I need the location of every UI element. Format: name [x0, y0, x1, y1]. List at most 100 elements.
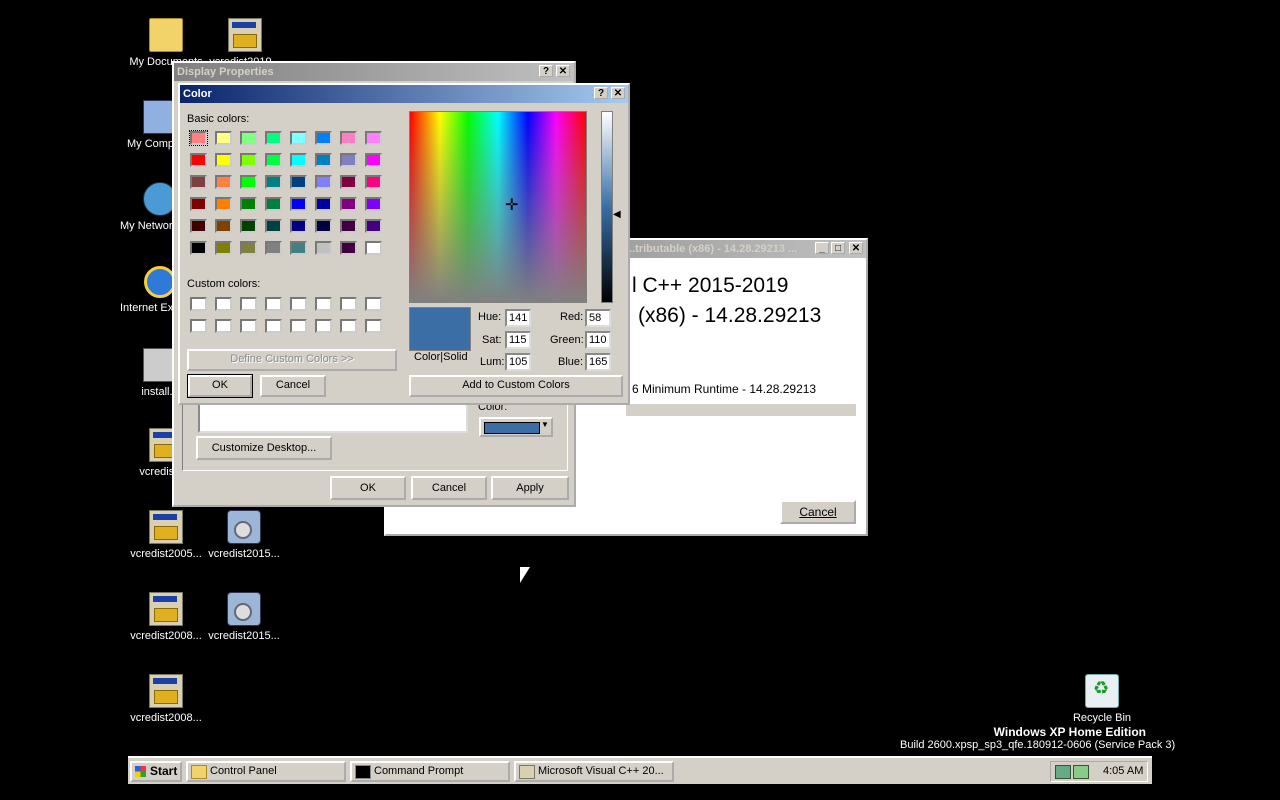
basic-color-swatch[interactable] — [315, 197, 332, 211]
basic-color-swatch[interactable] — [315, 241, 332, 255]
help-button[interactable]: ? — [594, 87, 608, 99]
blue-input[interactable]: 165 — [585, 353, 611, 371]
color-spectrum[interactable]: ✛ — [409, 111, 587, 303]
apply-button[interactable]: Apply — [491, 476, 569, 500]
custom-color-swatch[interactable] — [315, 319, 332, 333]
basic-color-swatch[interactable] — [215, 175, 232, 189]
basic-color-swatch[interactable] — [215, 241, 232, 255]
task-command-prompt[interactable]: Command Prompt — [350, 761, 510, 782]
desktop-icon-vcredist2015-b[interactable]: vcredist2015... — [204, 592, 284, 642]
custom-color-swatch[interactable] — [265, 297, 282, 311]
lum-input[interactable]: 105 — [505, 353, 531, 371]
basic-color-swatch[interactable] — [340, 241, 357, 255]
custom-color-swatch[interactable] — [365, 297, 382, 311]
basic-color-swatch[interactable] — [365, 219, 382, 233]
basic-color-swatch[interactable] — [240, 131, 257, 145]
basic-color-swatch[interactable] — [290, 219, 307, 233]
luminance-slider[interactable] — [601, 111, 613, 303]
cancel-button[interactable]: Cancel — [411, 476, 487, 500]
custom-color-swatch[interactable] — [190, 297, 207, 311]
basic-color-swatch[interactable] — [315, 219, 332, 233]
basic-color-swatch[interactable] — [290, 153, 307, 167]
basic-color-swatch[interactable] — [215, 131, 232, 145]
start-button[interactable]: Start — [130, 761, 182, 782]
basic-color-swatch[interactable] — [315, 175, 332, 189]
basic-color-swatch[interactable] — [265, 153, 282, 167]
custom-color-swatch[interactable] — [315, 297, 332, 311]
custom-color-swatch[interactable] — [240, 319, 257, 333]
color-picker-button[interactable]: ▼ — [479, 417, 553, 437]
custom-color-swatch[interactable] — [340, 319, 357, 333]
close-button[interactable]: ✕ — [611, 87, 625, 99]
help-button[interactable]: ? — [539, 65, 553, 77]
close-button[interactable]: ✕ — [849, 242, 863, 254]
basic-color-swatch[interactable] — [365, 153, 382, 167]
define-custom-colors-button[interactable]: Define Custom Colors >> — [187, 349, 397, 371]
basic-color-swatch[interactable] — [215, 197, 232, 211]
minimize-button[interactable]: _ — [815, 242, 829, 254]
basic-color-swatch[interactable] — [190, 197, 207, 211]
desktop-icon-recycle-bin[interactable]: Recycle Bin — [1062, 674, 1142, 724]
basic-color-swatch[interactable] — [365, 197, 382, 211]
basic-color-swatch[interactable] — [190, 175, 207, 189]
network-tray-icon[interactable] — [1055, 765, 1071, 779]
task-vc-installer[interactable]: Microsoft Visual C++ 20... — [514, 761, 674, 782]
basic-color-swatch[interactable] — [265, 175, 282, 189]
basic-color-swatch[interactable] — [340, 153, 357, 167]
custom-color-swatch[interactable] — [290, 297, 307, 311]
basic-color-swatch[interactable] — [290, 131, 307, 145]
custom-color-swatch[interactable] — [215, 297, 232, 311]
desktop-icon-vcredist2008[interactable]: vcredist2008... — [126, 592, 206, 642]
cancel-button[interactable]: Cancel — [260, 375, 326, 397]
add-to-custom-colors-button[interactable]: Add to Custom Colors — [409, 375, 623, 397]
basic-color-swatch[interactable] — [265, 241, 282, 255]
basic-color-swatch[interactable] — [290, 241, 307, 255]
basic-color-swatch[interactable] — [240, 241, 257, 255]
custom-color-swatch[interactable] — [365, 319, 382, 333]
custom-color-swatch[interactable] — [340, 297, 357, 311]
basic-color-swatch[interactable] — [189, 130, 208, 146]
basic-color-swatch[interactable] — [340, 175, 357, 189]
desktop-icon-vcredist2008-b[interactable]: vcredist2008... — [126, 674, 206, 724]
basic-color-swatch[interactable] — [240, 175, 257, 189]
basic-color-swatch[interactable] — [190, 219, 207, 233]
basic-color-swatch[interactable] — [365, 175, 382, 189]
basic-color-swatch[interactable] — [190, 153, 207, 167]
installer-cancel-button[interactable]: Cancel — [780, 500, 856, 524]
custom-color-swatch[interactable] — [265, 319, 282, 333]
basic-color-swatch[interactable] — [365, 131, 382, 145]
basic-color-swatch[interactable] — [340, 219, 357, 233]
red-input[interactable]: 58 — [585, 309, 611, 327]
maximize-button[interactable]: □ — [831, 242, 845, 254]
ok-button[interactable]: OK — [330, 476, 406, 500]
ok-button[interactable]: OK — [187, 374, 253, 398]
close-button[interactable]: ✕ — [556, 65, 570, 77]
basic-color-swatch[interactable] — [240, 219, 257, 233]
sat-input[interactable]: 115 — [505, 331, 531, 349]
basic-color-swatch[interactable] — [290, 175, 307, 189]
basic-color-swatch[interactable] — [265, 131, 282, 145]
custom-color-swatch[interactable] — [215, 319, 232, 333]
basic-color-swatch[interactable] — [290, 197, 307, 211]
basic-color-swatch[interactable] — [215, 153, 232, 167]
basic-color-swatch[interactable] — [240, 197, 257, 211]
desktop-icon-vcredist2005[interactable]: vcredist2005... — [126, 510, 206, 560]
custom-color-swatch[interactable] — [190, 319, 207, 333]
green-input[interactable]: 110 — [585, 331, 611, 349]
safely-remove-tray-icon[interactable] — [1073, 765, 1089, 779]
custom-color-swatch[interactable] — [240, 297, 257, 311]
basic-color-swatch[interactable] — [315, 153, 332, 167]
basic-color-swatch[interactable] — [365, 241, 382, 255]
customize-desktop-button[interactable]: Customize Desktop... — [196, 436, 332, 460]
basic-color-swatch[interactable] — [265, 219, 282, 233]
basic-color-swatch[interactable] — [265, 197, 282, 211]
luminance-arrow-icon[interactable]: ◀ — [613, 209, 621, 220]
item-preview-field[interactable] — [198, 403, 468, 433]
basic-color-swatch[interactable] — [340, 197, 357, 211]
basic-color-swatch[interactable] — [190, 241, 207, 255]
custom-color-swatch[interactable] — [290, 319, 307, 333]
task-control-panel[interactable]: Control Panel — [186, 761, 346, 782]
basic-color-swatch[interactable] — [240, 153, 257, 167]
basic-color-swatch[interactable] — [215, 219, 232, 233]
hue-input[interactable]: 141 — [505, 309, 531, 327]
